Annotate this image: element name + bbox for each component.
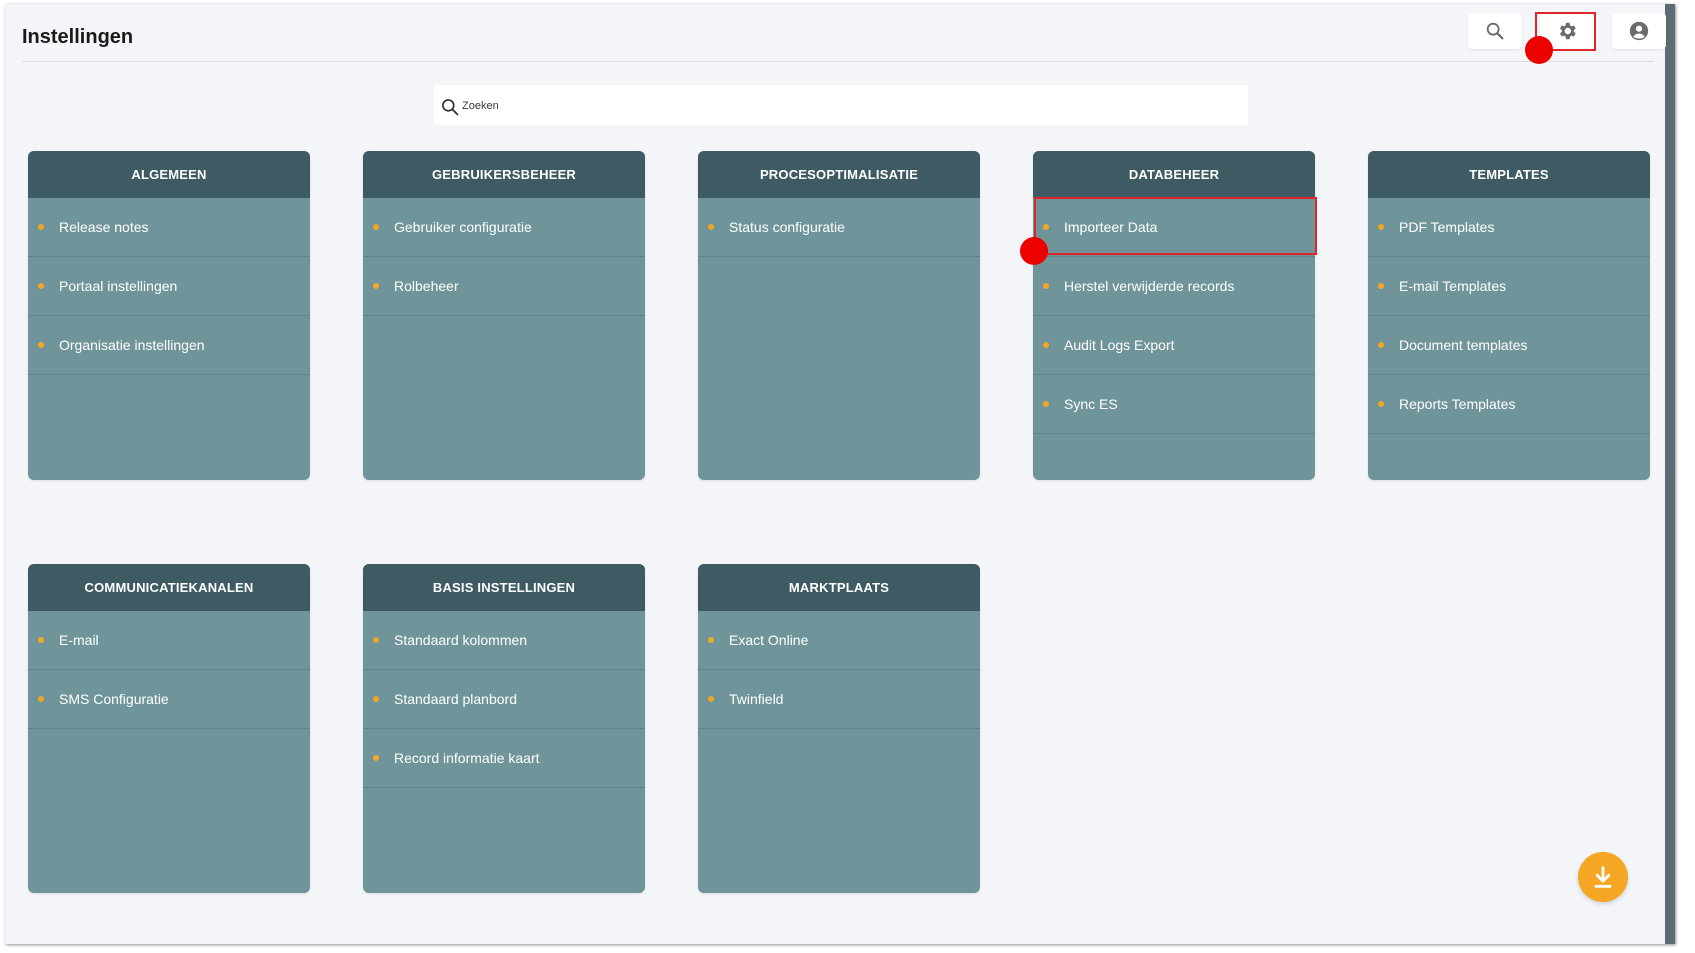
- card-menu-item[interactable]: Herstel verwijderde records: [1033, 257, 1315, 316]
- bullet-icon: [373, 696, 379, 702]
- card-menu-item-label: E-mail Templates: [1399, 278, 1507, 294]
- settings-button[interactable]: [1540, 13, 1594, 49]
- card-menu-item-label: Rolbeheer: [394, 278, 459, 294]
- settings-card: DATABEHEER Importeer Data Herstel verwijde…: [1033, 151, 1315, 480]
- card-menu-item[interactable]: Standaard kolommen: [363, 611, 645, 670]
- bullet-icon: [1378, 283, 1384, 289]
- bullet-icon: [373, 224, 379, 230]
- settings-page: Instellingen ALGEMEEN Release notes Portaa…: [5, 4, 1675, 944]
- card-menu-item-label: Record informatie kaart: [394, 750, 540, 766]
- card-menu-item[interactable]: Organisatie instellingen: [28, 316, 310, 375]
- bullet-icon: [1378, 401, 1384, 407]
- card-menu-item-label: Reports Templates: [1399, 396, 1516, 412]
- search-icon: [442, 99, 459, 116]
- card-title: TEMPLATES: [1368, 151, 1650, 198]
- card-menu-item[interactable]: Rolbeheer: [363, 257, 645, 316]
- bullet-icon: [1043, 283, 1049, 289]
- card-menu-item-label: Portaal instellingen: [59, 278, 178, 294]
- search-button[interactable]: [1468, 13, 1522, 49]
- card-title: MARKTPLAATS: [698, 564, 980, 611]
- card-title: GEBRUIKERSBEHEER: [363, 151, 645, 198]
- card-menu-item-label: Document templates: [1399, 337, 1528, 353]
- bullet-icon: [38, 342, 44, 348]
- card-menu-item[interactable]: Standaard planbord: [363, 670, 645, 729]
- gear-icon: [1559, 22, 1576, 40]
- card-menu-item-label: Exact Online: [729, 632, 809, 648]
- bullet-icon: [38, 637, 44, 643]
- search-icon: [1486, 22, 1504, 40]
- settings-card: PROCESOPTIMALISATIE Status configuratie: [698, 151, 980, 480]
- card-menu-item-label: Sync ES: [1064, 396, 1118, 412]
- card-menu-item[interactable]: Portaal instellingen: [28, 257, 310, 316]
- search-input[interactable]: [462, 87, 1242, 121]
- card-menu-item[interactable]: Release notes: [28, 198, 310, 257]
- settings-card: MARKTPLAATS Exact Online Twinfield: [698, 564, 980, 893]
- download-button[interactable]: [1578, 852, 1628, 902]
- card-menu-item[interactable]: Gebruiker configuratie: [363, 198, 645, 257]
- bullet-icon: [373, 755, 379, 761]
- card-menu-item[interactable]: Exact Online: [698, 611, 980, 670]
- card-menu-item-label: Organisatie instellingen: [59, 337, 205, 353]
- title-divider: [22, 61, 1654, 62]
- card-menu-item-label: Audit Logs Export: [1064, 337, 1175, 353]
- bullet-icon: [38, 224, 44, 230]
- card-menu-item[interactable]: Status configuratie: [698, 198, 980, 257]
- bullet-icon: [1378, 224, 1384, 230]
- page-title: Instellingen: [22, 26, 134, 48]
- card-menu-item[interactable]: SMS Configuratie: [28, 670, 310, 729]
- card-menu-item[interactable]: E-mail: [28, 611, 310, 670]
- card-menu-item[interactable]: Document templates: [1368, 316, 1650, 375]
- bullet-icon: [1378, 342, 1384, 348]
- card-menu-item-label: Standaard kolommen: [394, 632, 528, 648]
- bullet-icon: [708, 696, 714, 702]
- account-circle-icon: [1629, 21, 1649, 41]
- card-menu-item-label: Status configuratie: [729, 219, 845, 235]
- settings-card: GEBRUIKERSBEHEER Gebruiker configuratie Ro…: [363, 151, 645, 480]
- card-menu-item-label: Twinfield: [729, 691, 784, 707]
- account-button[interactable]: [1612, 13, 1666, 49]
- bullet-icon: [1043, 342, 1049, 348]
- settings-card: ALGEMEEN Release notes Portaal instellinge…: [28, 151, 310, 480]
- card-menu-item[interactable]: PDF Templates: [1368, 198, 1650, 257]
- card-menu-item-label: Gebruiker configuratie: [394, 219, 532, 235]
- card-menu-item-label: SMS Configuratie: [59, 691, 169, 707]
- card-menu-item[interactable]: Reports Templates: [1368, 375, 1650, 434]
- card-menu-item-label: Standaard planbord: [394, 691, 517, 707]
- card-menu-item-label: PDF Templates: [1399, 219, 1495, 235]
- card-title: BASIS INSTELLINGEN: [363, 564, 645, 611]
- card-title: DATABEHEER: [1033, 151, 1315, 198]
- bullet-icon: [708, 224, 714, 230]
- card-menu-item[interactable]: Record informatie kaart: [363, 729, 645, 788]
- card-title: COMMUNICATIEKANALEN: [28, 564, 310, 611]
- bullet-icon: [1043, 401, 1049, 407]
- card-title: ALGEMEEN: [28, 151, 310, 198]
- card-menu-item[interactable]: Sync ES: [1033, 375, 1315, 434]
- card-menu-item[interactable]: Importeer Data: [1033, 198, 1315, 257]
- card-menu-item[interactable]: Audit Logs Export: [1033, 316, 1315, 375]
- card-menu-item-label: E-mail: [59, 632, 99, 648]
- settings-card: COMMUNICATIEKANALEN E-mail SMS Configurati…: [28, 564, 310, 893]
- card-menu-item[interactable]: Twinfield: [698, 670, 980, 729]
- card-menu-item-label: Importeer Data: [1064, 219, 1158, 235]
- card-menu-item-label: Release notes: [59, 219, 149, 235]
- bullet-icon: [38, 283, 44, 289]
- search-field[interactable]: [434, 85, 1248, 125]
- card-menu-item[interactable]: E-mail Templates: [1368, 257, 1650, 316]
- bullet-icon: [373, 283, 379, 289]
- card-title: PROCESOPTIMALISATIE: [698, 151, 980, 198]
- settings-card: BASIS INSTELLINGEN Standaard kolommen Stan…: [363, 564, 645, 893]
- bullet-icon: [708, 637, 714, 643]
- download-icon: [1594, 866, 1612, 888]
- bullet-icon: [38, 696, 44, 702]
- bullet-icon: [1043, 224, 1049, 230]
- bullet-icon: [373, 637, 379, 643]
- settings-card: TEMPLATES PDF Templates E-mail Templates Do…: [1368, 151, 1650, 480]
- card-menu-item-label: Herstel verwijderde records: [1064, 278, 1235, 294]
